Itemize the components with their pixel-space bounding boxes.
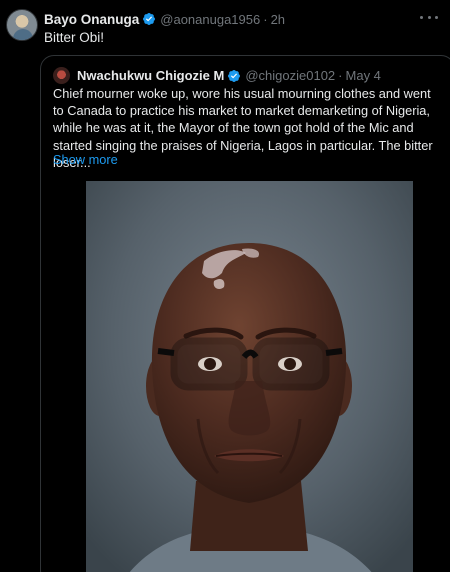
quoted-tweet-date[interactable]: May 4 — [346, 68, 381, 83]
verified-badge-icon — [228, 69, 241, 82]
author-avatar[interactable] — [6, 9, 38, 41]
header-separator: · — [263, 11, 268, 27]
tweet-text: Bitter Obi! — [44, 30, 105, 45]
quoted-tweet[interactable]: Nwachukwu Chigozie M @chigozie0102 · May… — [40, 55, 450, 572]
show-more-link[interactable]: Show more — [53, 152, 118, 167]
author-handle[interactable]: @aonanuga1956 — [160, 12, 260, 27]
tweet-photo[interactable] — [86, 181, 413, 572]
quoted-header-separator: · — [338, 68, 343, 83]
tweet[interactable]: Bayo Onanuga @aonanuga1956 · 2h Bitter O… — [0, 0, 450, 572]
tweet-time[interactable]: 2h — [271, 12, 285, 27]
tweet-header: Bayo Onanuga @aonanuga1956 · 2h — [44, 10, 285, 28]
quoted-tweet-header: Nwachukwu Chigozie M @chigozie0102 · May… — [77, 67, 381, 84]
author-name[interactable]: Bayo Onanuga — [44, 12, 139, 27]
verified-badge-icon — [143, 13, 156, 25]
quoted-author-avatar[interactable] — [53, 67, 70, 84]
quoted-author-name[interactable]: Nwachukwu Chigozie M — [77, 68, 224, 83]
portrait-image — [86, 181, 413, 572]
quoted-author-handle[interactable]: @chigozie0102 — [245, 68, 335, 83]
more-options-icon[interactable] — [420, 10, 438, 24]
